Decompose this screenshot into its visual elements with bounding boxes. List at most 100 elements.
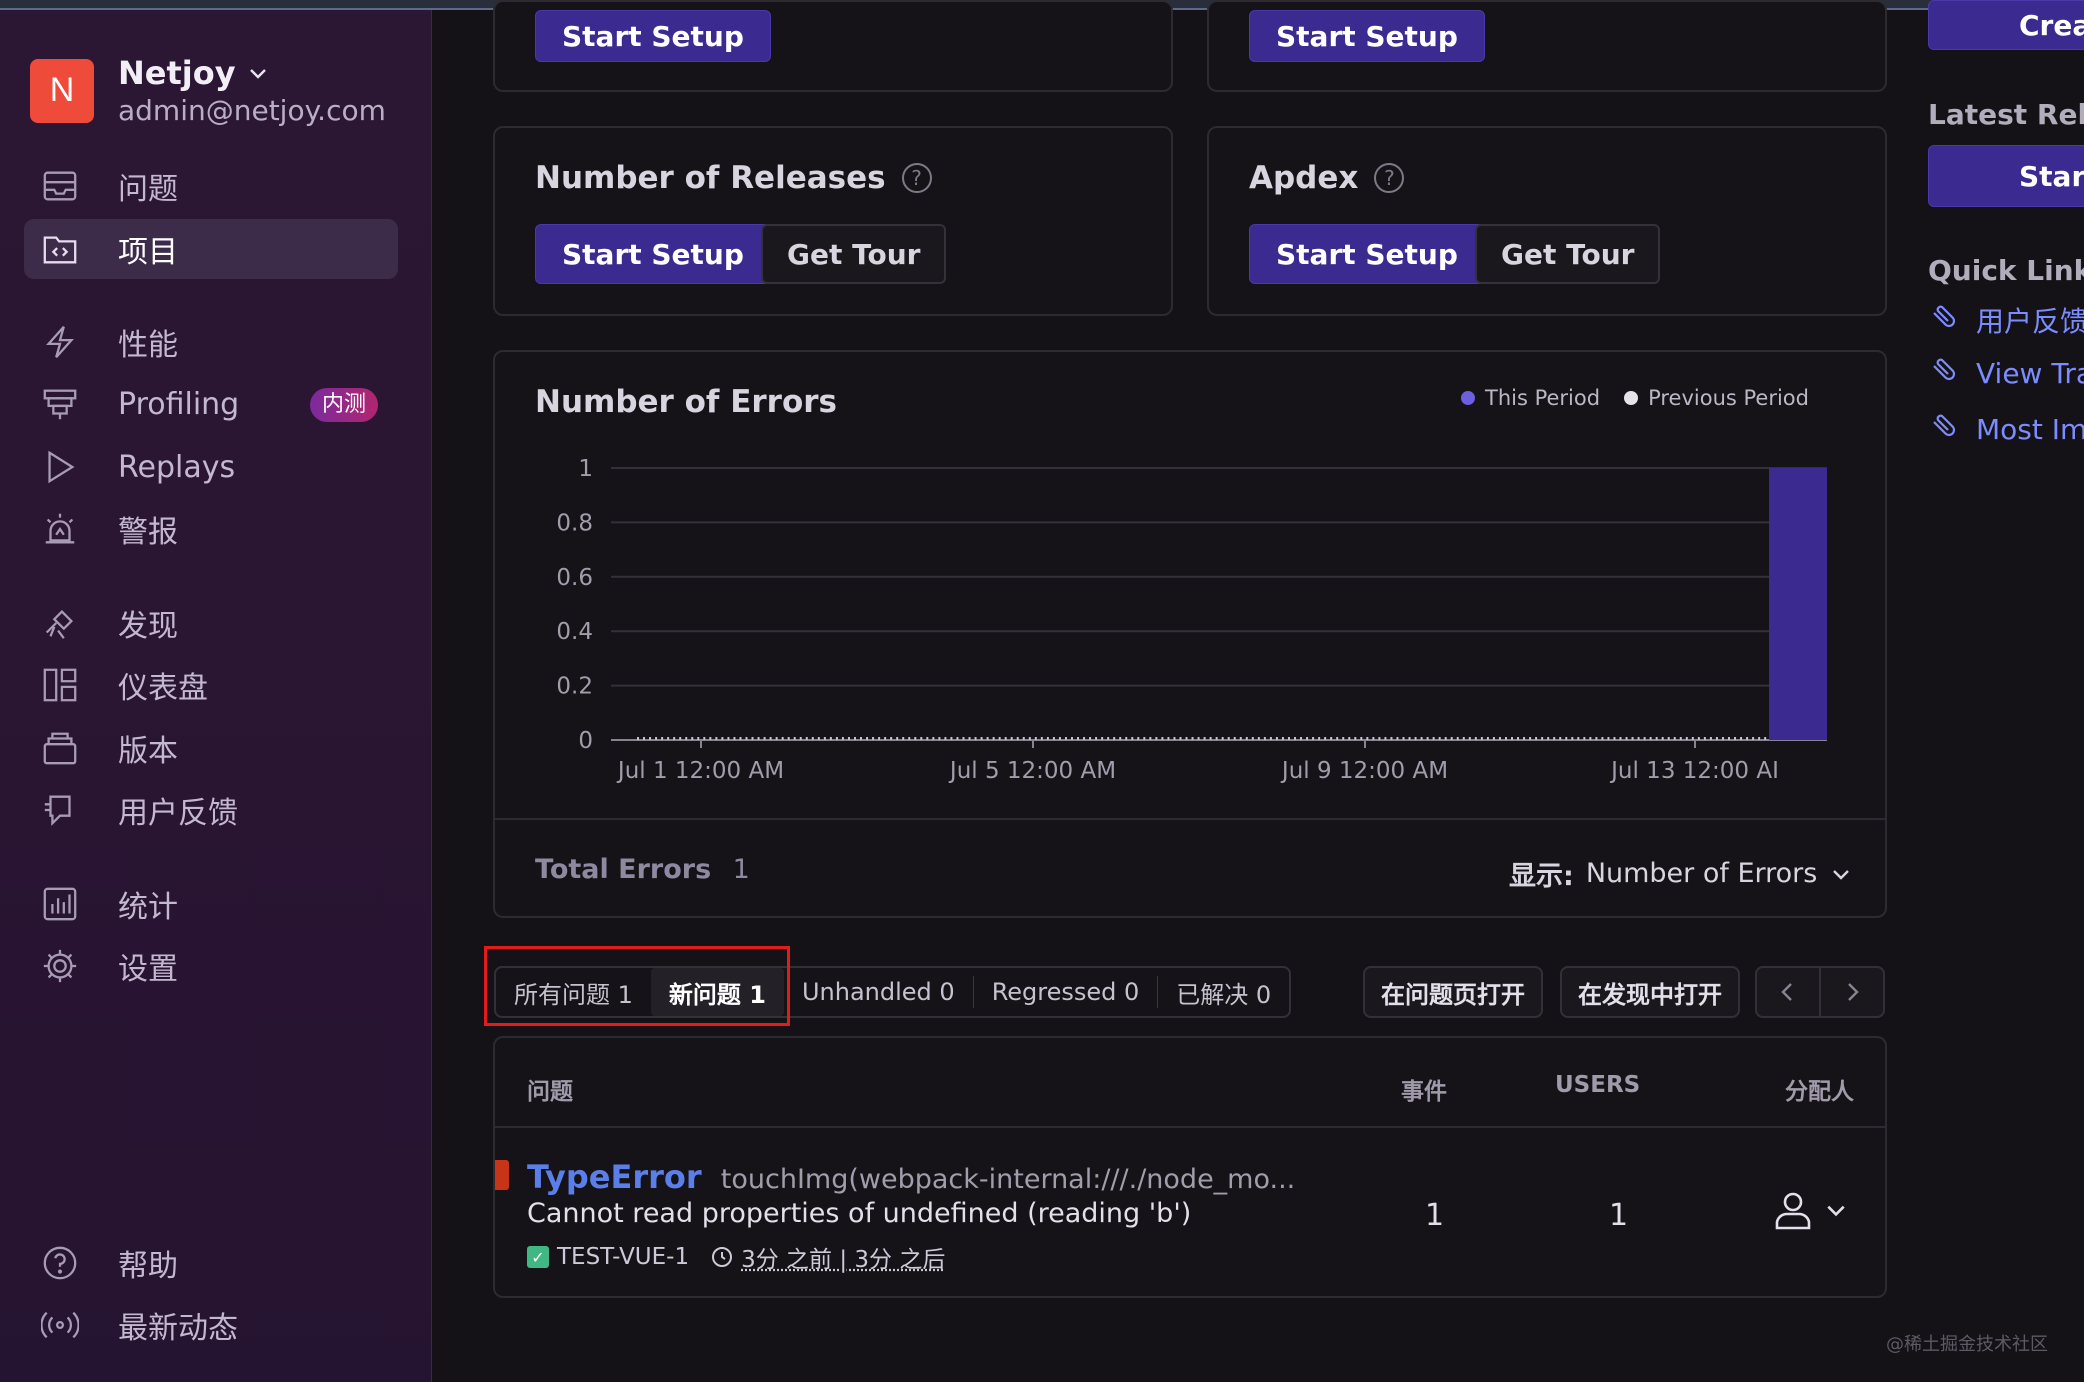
bar <box>1740 737 1743 740</box>
errors-chart[interactable]: 1 0.8 0.6 0.4 0.2 0 Jul 1 12:00 AM Jul 5 12:00 … <box>495 352 1889 792</box>
bar <box>1553 737 1556 740</box>
sidebar-item-projects[interactable]: 项目 <box>24 219 398 279</box>
projects-icon <box>40 229 80 269</box>
get-tour-button[interactable]: Get Tour <box>761 224 947 284</box>
org-switcher[interactable]: N Netjoy admin@netjoy.com <box>30 54 386 128</box>
sidebar-item-dashboards[interactable]: 仪表盘 <box>24 655 398 715</box>
sidebar-item-label: 统计 <box>118 890 178 925</box>
start-button[interactable]: Start <box>1928 145 2084 207</box>
latest-releases-title: Latest Relea <box>1928 98 2084 131</box>
sidebar-item-alerts[interactable]: 警报 <box>24 499 398 559</box>
quick-link-user-feedback[interactable]: 用户反馈 <box>1928 300 2084 340</box>
quick-link-most-improved[interactable]: Most Imp <box>1928 412 2084 446</box>
column-header-users[interactable]: USERS <box>1555 1072 1640 1098</box>
link-icon <box>1933 358 1956 381</box>
bar <box>1342 737 1345 740</box>
bar <box>1468 737 1471 740</box>
tab-resolved[interactable]: 已解决 0 <box>1158 968 1289 1016</box>
bar <box>649 737 652 740</box>
bar <box>1058 737 1061 740</box>
bar <box>751 737 754 740</box>
bar <box>811 737 814 740</box>
total-errors-label: Total Errors 1 <box>535 854 750 885</box>
issue-type-link[interactable]: TypeError <box>527 1158 702 1196</box>
start-setup-button[interactable]: Start Setup <box>535 224 771 284</box>
display-value: Number of Errors <box>1585 858 1818 889</box>
open-in-issues-button[interactable]: 在问题页打开 <box>1363 966 1543 1018</box>
sidebar-item-stats[interactable]: 统计 <box>24 874 398 934</box>
sidebar-item-label: 问题 <box>118 172 178 207</box>
issue-title: TypeError touchImg(webpack-internal:///.… <box>527 1158 1295 1196</box>
bar <box>1149 737 1152 740</box>
sidebar-item-profiling[interactable]: Profiling 内测 <box>24 374 398 434</box>
create-button[interactable]: Crea <box>1928 0 2084 50</box>
assignee-selector[interactable] <box>1771 1188 1847 1232</box>
link-icon <box>1933 305 1956 328</box>
link-icon <box>1933 414 1956 437</box>
settings-icon <box>40 946 80 986</box>
bar <box>1089 737 1092 740</box>
bar <box>878 737 881 740</box>
bar <box>1064 737 1067 740</box>
start-setup-button[interactable]: Start Setup <box>535 10 771 62</box>
sidebar-item-user-feedback[interactable]: 用户反馈 <box>24 780 398 840</box>
quick-link-view-transactions[interactable]: View Tra <box>1928 356 2084 390</box>
bar <box>757 737 760 740</box>
main-content: Start Setup Start Setup Number of Releas… <box>433 0 2084 1382</box>
bar <box>835 737 838 740</box>
issue-events-count: 1 <box>1425 1198 1445 1233</box>
bar <box>1372 737 1375 740</box>
quick-link-label: 用户反馈 <box>1976 305 2084 338</box>
bar <box>1360 737 1363 740</box>
bar <box>1318 737 1321 740</box>
help-icon[interactable]: ? <box>901 163 932 193</box>
bar <box>1257 737 1260 740</box>
sidebar-item-replays[interactable]: Replays <box>24 437 398 497</box>
bar <box>1769 468 1827 740</box>
bar <box>1022 737 1025 740</box>
bar <box>1752 737 1755 740</box>
sidebar-item-whats-new[interactable]: 最新动态 <box>24 1295 398 1355</box>
display-selector[interactable]: 显示: Number of Errors <box>1509 854 1851 893</box>
bar <box>938 737 941 740</box>
bar <box>1390 737 1393 740</box>
bar <box>799 737 802 740</box>
bar <box>841 737 844 740</box>
column-header-events[interactable]: 事件 <box>1401 1072 1447 1106</box>
bar <box>1167 737 1170 740</box>
bar <box>992 737 995 740</box>
sidebar-item-issues[interactable]: 问题 <box>24 156 398 216</box>
help-icon[interactable]: ? <box>1374 163 1405 193</box>
bar <box>1703 737 1706 740</box>
bar <box>1438 737 1441 740</box>
bar <box>847 737 850 740</box>
open-in-discover-button[interactable]: 在发现中打开 <box>1560 966 1740 1018</box>
bar <box>1498 737 1501 740</box>
tab-regressed[interactable]: Regressed 0 <box>974 968 1158 1016</box>
next-page-button[interactable] <box>1819 966 1885 1018</box>
issue-project[interactable]: TEST-VUE-1 <box>557 1244 689 1270</box>
get-tour-button[interactable]: Get Tour <box>1475 224 1661 284</box>
bar <box>1287 737 1290 740</box>
bar <box>890 737 893 740</box>
sidebar-item-performance[interactable]: 性能 <box>24 312 398 372</box>
chevron-left-icon <box>1781 983 1792 1001</box>
sidebar-item-settings[interactable]: 设置 <box>24 936 398 996</box>
bar <box>769 737 772 740</box>
sidebar-item-releases[interactable]: 版本 <box>24 718 398 778</box>
start-setup-button[interactable]: Start Setup <box>1249 224 1485 284</box>
bar <box>1721 737 1724 740</box>
display-label: 显示: <box>1509 861 1574 892</box>
errors-chart-card: Number of Errors This Period Previous Pe… <box>493 350 1887 918</box>
replays-icon <box>40 447 80 487</box>
sidebar-item-help[interactable]: 帮助 <box>24 1233 398 1293</box>
chevron-down-icon <box>249 69 266 79</box>
bar <box>1083 737 1086 740</box>
sidebar-item-label: 帮助 <box>118 1249 178 1284</box>
previous-page-button[interactable] <box>1755 966 1821 1018</box>
bar <box>1161 737 1164 740</box>
start-setup-button[interactable]: Start Setup <box>1249 10 1485 62</box>
tab-unhandled[interactable]: Unhandled 0 <box>784 968 973 1016</box>
sidebar-item-discover[interactable]: 发现 <box>24 593 398 653</box>
bar <box>1306 737 1309 740</box>
